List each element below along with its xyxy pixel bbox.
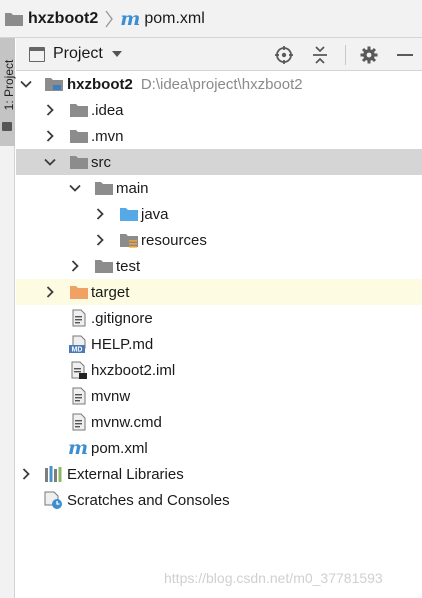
tree-label: java	[141, 205, 169, 223]
tree-row-scratches[interactable]: Scratches and Consoles	[16, 487, 422, 513]
tree-label: pom.xml	[91, 439, 148, 457]
root-project-path: D:\idea\project\hxzboot2	[140, 75, 303, 93]
gear-icon[interactable]	[358, 44, 380, 66]
libraries-icon	[45, 466, 62, 482]
chevron-right-icon[interactable]	[20, 468, 32, 480]
chevron-right-icon[interactable]	[94, 234, 106, 246]
chevron-down-icon[interactable]	[69, 182, 81, 194]
text-file-icon	[72, 309, 86, 327]
toolbar-divider	[345, 44, 346, 65]
project-tool-tab-label: 1: Project	[2, 59, 16, 111]
chevron-down-icon[interactable]	[20, 78, 32, 90]
breadcrumb-separator-icon	[105, 10, 114, 27]
project-tool-tab[interactable]: 1: Project	[0, 38, 16, 146]
tree-label: hxzboot2.iml	[91, 361, 176, 379]
tree-row-mvnw[interactable]: mvnw	[16, 383, 422, 409]
folder-icon	[70, 156, 88, 169]
tree-label: main	[116, 179, 149, 197]
tree-label: .gitignore	[91, 309, 153, 327]
markdown-badge-text: MD	[72, 347, 83, 354]
tree-row-test[interactable]: test	[16, 253, 422, 279]
breadcrumb-project[interactable]: hxzboot2	[4, 10, 98, 28]
breadcrumb-file[interactable]: m pom.xml	[120, 8, 205, 30]
markdown-file-icon: MD	[69, 335, 86, 354]
tree-label: .idea	[91, 101, 124, 119]
collapse-all-icon[interactable]	[309, 44, 331, 66]
tree-row-mvnw-cmd[interactable]: mvnw.cmd	[16, 409, 422, 435]
module-folder-icon	[45, 78, 63, 91]
tree-label: mvnw	[91, 387, 131, 405]
panel-title[interactable]: Project	[53, 45, 103, 63]
folder-icon	[95, 182, 113, 195]
chevron-right-icon[interactable]	[94, 208, 106, 220]
resources-folder-icon	[120, 234, 138, 248]
tree-row-mvn[interactable]: .mvn	[16, 123, 422, 149]
chevron-right-icon[interactable]	[69, 260, 81, 272]
chevron-right-icon[interactable]	[44, 286, 56, 298]
tree-row-gitignore[interactable]: .gitignore	[16, 305, 422, 331]
folder-icon	[2, 122, 12, 131]
tree-row-target[interactable]: target	[16, 279, 422, 305]
minimize-icon[interactable]	[394, 44, 416, 66]
breadcrumb-project-label: hxzboot2	[28, 9, 99, 27]
project-view-icon	[29, 46, 45, 62]
excluded-folder-icon	[70, 286, 88, 299]
navigation-bar: hxzboot2 m pom.xml	[0, 0, 422, 38]
project-tree: hxzboot2 D:\idea\project\hxzboot2 .idea .…	[16, 71, 422, 598]
tree-row-iml[interactable]: hxzboot2.iml	[16, 357, 422, 383]
tree-label: test	[116, 257, 141, 275]
maven-icon: m	[120, 7, 141, 30]
tree-row-idea[interactable]: .idea	[16, 97, 422, 123]
text-file-icon	[72, 413, 86, 431]
folder-icon	[95, 260, 113, 273]
source-folder-icon	[120, 208, 138, 221]
tree-label: .mvn	[91, 127, 124, 145]
tree-label: resources	[141, 231, 207, 249]
tree-label: External Libraries	[67, 465, 184, 483]
panel-toolbar	[273, 38, 422, 71]
scratches-icon	[44, 491, 62, 509]
tree-row-pom[interactable]: m pom.xml	[16, 435, 422, 461]
tree-row-help-md[interactable]: MD HELP.md	[16, 331, 422, 357]
locate-icon[interactable]	[273, 44, 295, 66]
chevron-right-icon[interactable]	[44, 130, 56, 142]
tree-row-root[interactable]: hxzboot2 D:\idea\project\hxzboot2	[16, 71, 422, 97]
project-panel-header: Project	[16, 38, 422, 71]
tree-row-src[interactable]: src	[16, 149, 422, 175]
breadcrumb-file-label: pom.xml	[144, 9, 205, 27]
chevron-down-icon[interactable]	[111, 51, 122, 57]
text-file-icon	[72, 387, 86, 405]
tree-row-main[interactable]: main	[16, 175, 422, 201]
watermark-text: https://blog.csdn.net/m0_37781593	[164, 570, 383, 586]
tree-label: target	[91, 283, 130, 301]
root-project-name: hxzboot2	[67, 75, 133, 93]
folder-icon	[5, 12, 23, 26]
tree-label: src	[91, 153, 111, 171]
chevron-down-icon[interactable]	[44, 156, 56, 168]
tree-label: HELP.md	[91, 335, 154, 353]
tree-label: Scratches and Consoles	[67, 491, 230, 509]
tree-row-resources[interactable]: resources	[16, 227, 422, 253]
tree-row-external-libraries[interactable]: External Libraries	[16, 461, 422, 487]
folder-icon	[70, 130, 88, 143]
module-file-icon	[71, 361, 87, 379]
chevron-right-icon[interactable]	[44, 104, 56, 116]
maven-icon: m	[68, 437, 89, 459]
folder-icon	[70, 104, 88, 117]
tree-row-java[interactable]: java	[16, 201, 422, 227]
tree-label: mvnw.cmd	[91, 413, 162, 431]
